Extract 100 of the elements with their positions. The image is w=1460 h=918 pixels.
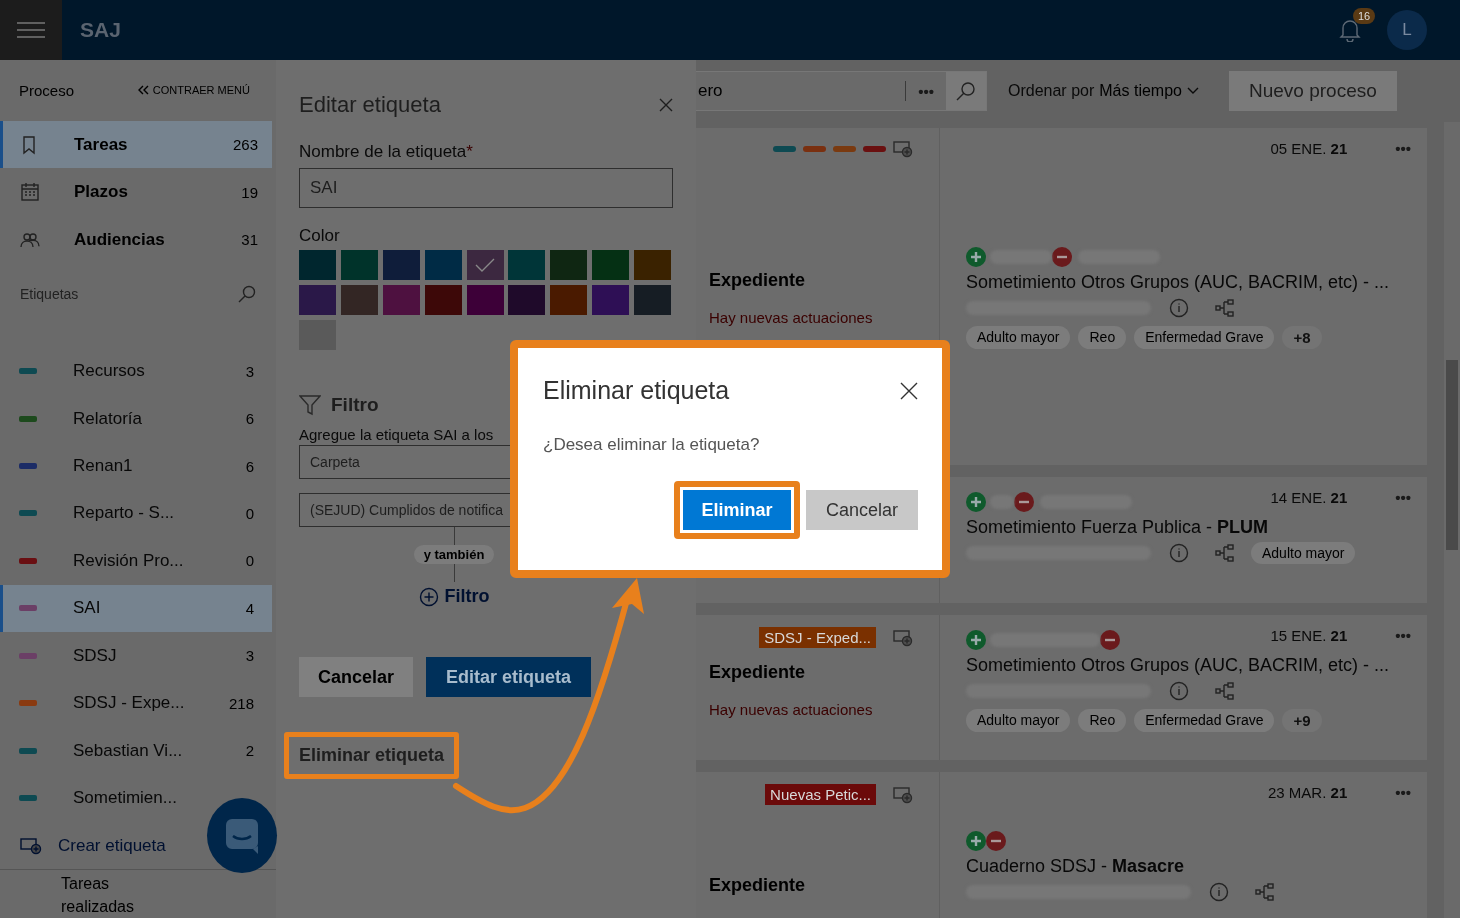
color-swatch[interactable] xyxy=(424,250,462,280)
color-swatch[interactable] xyxy=(466,285,504,315)
remove-circle-icon xyxy=(1100,630,1120,650)
field-label: Nombre de la etiqueta* xyxy=(299,142,474,162)
bell-icon xyxy=(1339,18,1361,42)
color-swatch[interactable] xyxy=(508,285,546,315)
tag-chip: Reo xyxy=(1078,326,1127,349)
color-swatch[interactable] xyxy=(634,250,672,280)
more-button[interactable]: ••• xyxy=(1395,140,1411,157)
color-swatch[interactable] xyxy=(592,250,630,280)
chat-icon xyxy=(225,817,259,854)
color-swatch[interactable] xyxy=(382,250,420,280)
more-button[interactable]: ••• xyxy=(1395,627,1411,644)
add-circle-icon xyxy=(418,586,439,607)
card-date: 23 MAR. 21 xyxy=(1268,784,1348,801)
label-item[interactable]: SAI 4 xyxy=(0,584,272,633)
nav-item[interactable]: Audiencias 31 xyxy=(0,215,272,264)
scrollbar[interactable] xyxy=(1444,122,1460,918)
cancel-button[interactable]: Cancelar xyxy=(299,657,414,697)
remove-circle-icon xyxy=(1014,492,1034,512)
search-button[interactable] xyxy=(946,72,986,110)
menu-icon xyxy=(17,21,45,39)
more-button[interactable]: ••• xyxy=(1395,489,1411,506)
more-button[interactable]: ••• xyxy=(1395,784,1411,801)
add-circle-icon xyxy=(966,247,986,267)
color-swatch[interactable] xyxy=(340,285,378,315)
color-swatch[interactable] xyxy=(382,285,420,315)
tag-chip: Adulto mayor xyxy=(966,709,1071,732)
user-avatar[interactable]: L xyxy=(1387,10,1427,50)
label-item[interactable]: Renan1 6 xyxy=(0,442,272,490)
process-title[interactable]: Sometimiento Otros Grupos (AUC, BACRIM, etc) - ... xyxy=(966,272,1411,293)
label-item[interactable]: Relatoría 6 xyxy=(0,394,272,443)
add-filter-link[interactable]: Filtro xyxy=(418,586,490,607)
color-swatch[interactable] xyxy=(550,285,588,315)
color-swatch[interactable] xyxy=(466,250,504,280)
remove-circle-icon xyxy=(986,831,1006,851)
tag-chip: Enfermedad Grave xyxy=(1134,326,1275,349)
close-button[interactable] xyxy=(900,381,918,400)
more-tags-chip[interactable]: +8 xyxy=(1282,326,1322,349)
label-item[interactable]: Reparto - S... 0 xyxy=(0,489,272,538)
expediente-link[interactable]: Expediente xyxy=(709,662,939,683)
label-item[interactable]: Recursos 3 xyxy=(0,347,272,395)
sort-dropdown[interactable]: Ordenar por Más tiempo xyxy=(1008,82,1199,100)
label-item[interactable]: SDSJ 3 xyxy=(0,632,272,680)
info-icon xyxy=(1209,882,1229,902)
hierarchy-icon xyxy=(1255,882,1275,902)
label-item[interactable]: Revisión Pro... 0 xyxy=(0,537,272,585)
process-title[interactable]: Sometimiento Fuerza Publica - PLUM xyxy=(966,517,1411,538)
tag-chip: Enfermedad Grave xyxy=(1134,709,1275,732)
expediente-link[interactable]: Expediente xyxy=(709,270,939,291)
color-swatch[interactable] xyxy=(592,285,630,315)
process-title[interactable]: Cuaderno SDSJ - Masacre xyxy=(966,856,1411,877)
search-icon xyxy=(956,81,976,101)
tag-chip: Adulto mayor xyxy=(966,326,1071,349)
color-swatch[interactable] xyxy=(634,285,672,315)
label-name-field[interactable]: SAI xyxy=(299,168,673,208)
color-swatch[interactable] xyxy=(424,285,462,315)
label-item[interactable]: Sometimien... xyxy=(0,774,187,823)
add-circle-icon xyxy=(966,492,986,512)
color-swatch[interactable] xyxy=(299,250,336,280)
color-swatch[interactable] xyxy=(550,250,588,280)
double-chevron-icon xyxy=(136,85,149,96)
tag-chip: Reo xyxy=(1078,709,1127,732)
process-title[interactable]: Sometimiento Otros Grupos (AUC, BACRIM, etc) - ... xyxy=(966,655,1411,676)
color-swatch[interactable] xyxy=(340,250,378,280)
close-icon xyxy=(900,381,918,400)
redacted-bar xyxy=(990,495,1014,509)
new-process-button[interactable]: Nuevo proceso xyxy=(1228,71,1397,111)
completed-tasks-link[interactable]: Tareas realizadas xyxy=(61,872,161,918)
confirm-delete-button[interactable]: Eliminar xyxy=(683,490,791,530)
search-field[interactable]: ero ••• xyxy=(696,71,987,111)
menu-button[interactable] xyxy=(0,0,62,60)
label-item[interactable]: SDSJ - Expe... 218 xyxy=(0,679,272,728)
create-label-link[interactable]: Crear etiqueta xyxy=(58,835,166,856)
tag-chip: Adulto mayor xyxy=(1251,542,1356,564)
label-item[interactable]: Sebastian Vi... 2 xyxy=(0,727,272,775)
more-tags-chip[interactable]: +9 xyxy=(1282,709,1322,732)
nav-item[interactable]: Plazos 19 xyxy=(0,168,272,216)
edit-label-button[interactable]: Editar etiqueta xyxy=(426,657,592,697)
hierarchy-icon xyxy=(1215,298,1235,318)
label-tag: SDSJ - Exped... xyxy=(759,627,876,648)
add-circle-icon xyxy=(966,831,986,851)
panel-title: Editar etiqueta xyxy=(299,92,441,118)
cancel-button[interactable]: Cancelar xyxy=(806,490,918,530)
info-icon xyxy=(1169,543,1189,563)
delete-label-link[interactable]: Eliminar etiqueta xyxy=(284,732,460,779)
filter-hint: Agregue la etiqueta SAI a los xyxy=(299,426,495,443)
add-label-icon xyxy=(893,628,913,647)
hierarchy-icon xyxy=(1215,681,1235,701)
card-date: 14 ENE. 21 xyxy=(1270,489,1348,506)
color-swatch[interactable] xyxy=(508,250,546,280)
color-swatch[interactable] xyxy=(299,285,336,315)
collapse-menu-button[interactable]: CONTRAER MENÚ xyxy=(136,84,250,97)
app-name: SAJ xyxy=(80,18,121,42)
nav-item[interactable]: Tareas 263 xyxy=(0,120,272,169)
add-label-icon xyxy=(893,140,913,158)
card-date: 05 ENE. 21 xyxy=(1270,140,1348,157)
info-icon xyxy=(1169,298,1189,318)
connector-pill: y también xyxy=(413,545,495,564)
expediente-link[interactable]: Expediente xyxy=(709,875,939,896)
